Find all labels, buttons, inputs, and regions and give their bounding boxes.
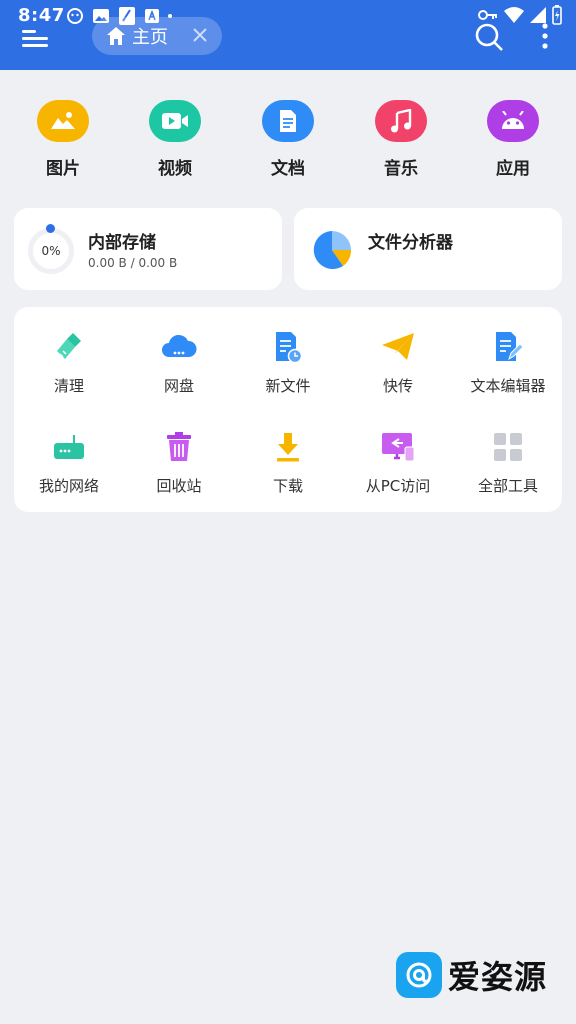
internal-storage-card[interactable]: 0% 内部存储 0.00 B / 0.00 B <box>14 208 282 290</box>
watermark-text: 爱姿源 <box>448 958 548 996</box>
tool-pc-access[interactable]: 从PC访问 <box>343 429 453 496</box>
router-icon <box>51 429 87 465</box>
music-icon <box>375 100 427 142</box>
status-time: 8:47 <box>18 5 65 26</box>
tab-home[interactable]: 主页 <box>92 17 222 55</box>
category-label: 文档 <box>271 159 305 179</box>
tool-recycle-bin[interactable]: 回收站 <box>124 429 234 496</box>
new-file-icon <box>270 329 306 365</box>
pc-access-icon <box>380 429 416 465</box>
tool-all-tools[interactable]: 全部工具 <box>453 429 563 496</box>
key-icon <box>478 10 497 20</box>
tool-new-file[interactable]: 新文件 <box>233 329 343 396</box>
tools-panel: 清理 网盘 新文件 快传 文本编辑器 我的网络 回收站 下载 从PC访问 全部工… <box>14 307 562 512</box>
tool-download[interactable]: 下载 <box>233 429 343 496</box>
pie-chart-icon <box>313 231 352 269</box>
storage-progress-knob <box>46 224 55 233</box>
all-tools-grid-icon <box>490 429 526 465</box>
storage-usage: 0.00 B / 0.00 B <box>88 256 178 270</box>
category-videos[interactable]: 视频 <box>135 100 215 179</box>
analyzer-title: 文件分析器 <box>368 233 453 253</box>
wifi-icon <box>504 7 524 23</box>
storage-title: 内部存储 <box>88 233 156 253</box>
battery-icon <box>552 5 562 25</box>
tool-text-editor[interactable]: 文本编辑器 <box>453 329 563 396</box>
category-apps[interactable]: 应用 <box>473 100 553 179</box>
text-editor-icon <box>490 329 526 365</box>
tool-quick-transfer[interactable]: 快传 <box>343 329 453 396</box>
tool-clean[interactable]: 清理 <box>14 329 124 396</box>
tool-my-network[interactable]: 我的网络 <box>14 429 124 496</box>
more-options-icon[interactable] <box>540 22 550 52</box>
tool-label: 下载 <box>272 477 303 495</box>
home-icon <box>107 27 125 45</box>
cloud-drive-icon <box>161 329 197 365</box>
tool-label: 全部工具 <box>477 477 538 495</box>
watermark: 爱姿源 <box>396 952 547 998</box>
tool-label: 我的网络 <box>38 477 99 495</box>
close-tab-icon[interactable] <box>190 25 210 45</box>
paper-plane-icon <box>380 329 416 365</box>
trash-icon <box>161 429 197 465</box>
watermark-logo-icon <box>396 952 442 998</box>
storage-percent: 0% <box>41 244 61 258</box>
tool-label: 网盘 <box>163 377 194 395</box>
android-icon <box>487 100 539 142</box>
top-app-bar: 8:47 主页 <box>0 0 576 70</box>
signal-icon <box>530 7 546 23</box>
tool-label: 快传 <box>382 377 413 395</box>
download-icon <box>270 429 306 465</box>
category-music[interactable]: 音乐 <box>361 100 441 179</box>
menu-line <box>22 44 48 47</box>
menu-button[interactable] <box>20 26 50 50</box>
category-label: 图片 <box>46 159 80 179</box>
menu-line <box>22 30 36 33</box>
category-label: 视频 <box>158 159 192 179</box>
tool-label: 清理 <box>53 377 84 395</box>
broom-icon <box>51 329 87 365</box>
video-icon <box>149 100 201 142</box>
search-icon[interactable] <box>474 22 504 52</box>
file-analyzer-card[interactable]: 文件分析器 <box>294 208 562 290</box>
category-images[interactable]: 图片 <box>23 100 103 179</box>
storage-progress-ring: 0% <box>28 224 74 274</box>
document-icon <box>262 100 314 142</box>
image-icon <box>37 100 89 142</box>
assistant-face-icon <box>67 8 83 24</box>
tool-label: 新文件 <box>265 377 311 395</box>
category-documents[interactable]: 文档 <box>248 100 328 179</box>
tool-cloud-drive[interactable]: 网盘 <box>124 329 234 396</box>
category-label: 音乐 <box>384 159 418 179</box>
category-label: 应用 <box>496 159 530 179</box>
menu-line <box>22 37 48 40</box>
tab-home-label: 主页 <box>132 27 168 48</box>
tool-label: 回收站 <box>156 477 202 495</box>
tool-label: 文本编辑器 <box>470 377 546 395</box>
tool-label: 从PC访问 <box>365 477 431 495</box>
